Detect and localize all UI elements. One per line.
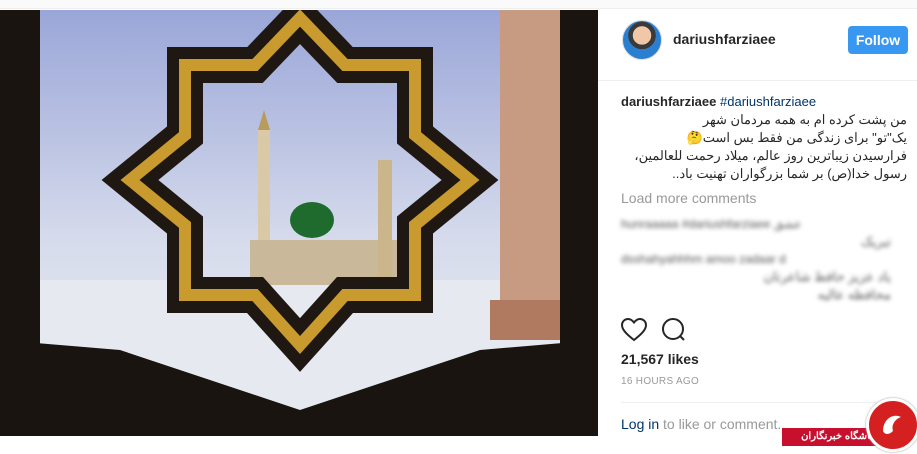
post-actions [620, 317, 741, 347]
caption-username[interactable]: dariushfarziaee [621, 94, 716, 109]
comment-item: یاد عزیز حافظ شاعرتان [763, 269, 891, 284]
likes-count[interactable]: 21,567 likes [621, 351, 699, 367]
photo-illustration [0, 10, 598, 436]
watermark-icon [866, 398, 917, 452]
caption-line: فرارسیدن زیباترین روز عالم، میلاد رحمت ل… [634, 148, 907, 163]
login-prompt-text: to like or comment. [659, 416, 782, 432]
login-link[interactable]: Log in [621, 416, 659, 432]
post-username[interactable]: dariushfarziaee [673, 31, 776, 47]
caption-hashtag[interactable]: #dariushfarziaee [720, 94, 816, 109]
caption-line: یک"تو" برای زندگی من فقط بس است🤔 [686, 130, 907, 145]
heart-icon[interactable] [620, 317, 648, 347]
watermark-logo: باشگاه خبرنگاران [782, 396, 917, 452]
post-timestamp: 16 HOURS AGO [621, 376, 700, 387]
comment-item: hunraaaaa #dariushfarziaee عشق [621, 217, 802, 231]
post-photo[interactable] [0, 10, 598, 436]
caption-line: من پشت کرده ام به همه مردمان شهر [702, 112, 907, 127]
avatar[interactable] [622, 20, 662, 60]
post-details-panel: dariushfarziaee Follow dariushfarziaee #… [598, 10, 917, 452]
comment-icon[interactable] [661, 318, 687, 347]
comment-item: تبریک [861, 234, 891, 249]
top-bar [0, 0, 917, 9]
comments-list: hunraaaaa #dariushfarziaee عشق تبریک dss… [621, 216, 891, 304]
comment-item: dsshahyahhhm amoo zadaar d [621, 252, 786, 266]
post-header: dariushfarziaee Follow [598, 10, 917, 81]
caption-line: رسول خدا(ص) بر شما بزرگواران تهنیت باد.. [672, 166, 907, 181]
follow-button[interactable]: Follow [848, 26, 908, 54]
comment-item: محافظه عالیه [817, 287, 891, 302]
load-more-comments[interactable]: Load more comments [621, 190, 756, 206]
post-caption: dariushfarziaee #dariushfarziaee من پشت … [621, 92, 907, 183]
login-prompt: Log in to like or comment. [621, 416, 781, 432]
